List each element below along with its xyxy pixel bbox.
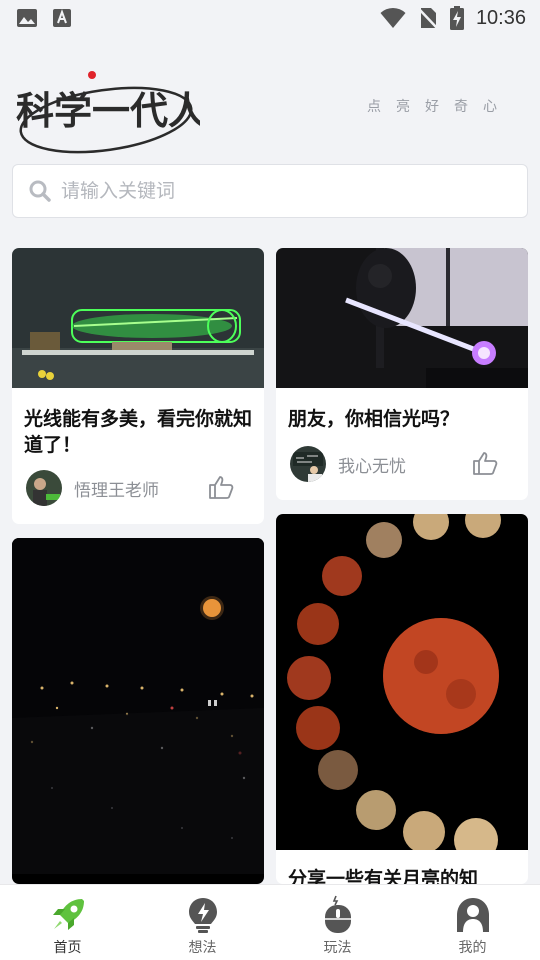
author-name[interactable]: 悟理王老师 (74, 476, 159, 501)
card-author[interactable]: 我心无忧 (290, 446, 406, 482)
author-avatar[interactable] (290, 446, 326, 482)
tab-ideas[interactable]: 想法 (135, 885, 270, 960)
mouse-icon (324, 895, 351, 933)
author-avatar[interactable] (26, 470, 62, 506)
profile-icon (456, 898, 489, 932)
card-image-green-laser[interactable] (12, 248, 264, 388)
image-icon (17, 9, 37, 27)
tab-label: 玩法 (323, 940, 352, 956)
header: 科学一代人 点亮好奇心 (0, 56, 540, 156)
a-icon (53, 9, 71, 27)
tagline: 点亮好奇心 (367, 99, 512, 115)
status-time: 10:36 (475, 6, 526, 29)
article-card[interactable]: 朋友，你相信光吗？ 我心无忧 (276, 248, 528, 500)
tab-label: 我的 (458, 940, 487, 956)
card-title[interactable]: 光线能有多美，看完你就知道了！ (24, 406, 252, 458)
search-icon (29, 180, 51, 202)
thumbs-up-icon[interactable] (208, 474, 234, 500)
search-bar[interactable] (12, 164, 528, 218)
article-card[interactable]: 光线能有多美，看完你就知道了！ 悟理王老师 (12, 248, 264, 524)
card-image-light-beam[interactable] (276, 248, 528, 388)
article-card[interactable]: 分享一些有关月亮的知 (276, 514, 528, 884)
no-sim-icon (418, 8, 438, 29)
tab-label: 首页 (53, 940, 82, 956)
tab-home[interactable]: 首页 (0, 885, 135, 960)
author-name[interactable]: 我心无忧 (338, 452, 406, 477)
search-input[interactable] (61, 180, 481, 202)
rocket-icon (52, 899, 84, 930)
bottom-tab-bar: 首页 想法 玩法 我的 (0, 884, 540, 960)
wifi-icon (380, 7, 406, 28)
lightbulb-icon (188, 898, 217, 933)
card-author[interactable]: 悟理王老师 (26, 470, 159, 506)
tab-label: 想法 (188, 940, 217, 956)
tab-me[interactable]: 我的 (405, 885, 540, 960)
card-title[interactable]: 朋友，你相信光吗？ (288, 406, 516, 432)
tab-play[interactable]: 玩法 (270, 885, 405, 960)
card-image-moon-city[interactable] (12, 538, 264, 874)
app-logo: 科学一代人 (16, 71, 200, 154)
battery-charging-icon (449, 6, 464, 30)
thumbs-up-icon[interactable] (472, 450, 498, 476)
card-image-lunar-eclipse[interactable] (276, 514, 528, 850)
logo-text: 科学一代人 (16, 89, 200, 133)
card-title[interactable]: 分享一些有关月亮的知 (288, 866, 516, 884)
article-card[interactable] (12, 538, 264, 884)
status-bar: 10:36 (0, 0, 540, 36)
